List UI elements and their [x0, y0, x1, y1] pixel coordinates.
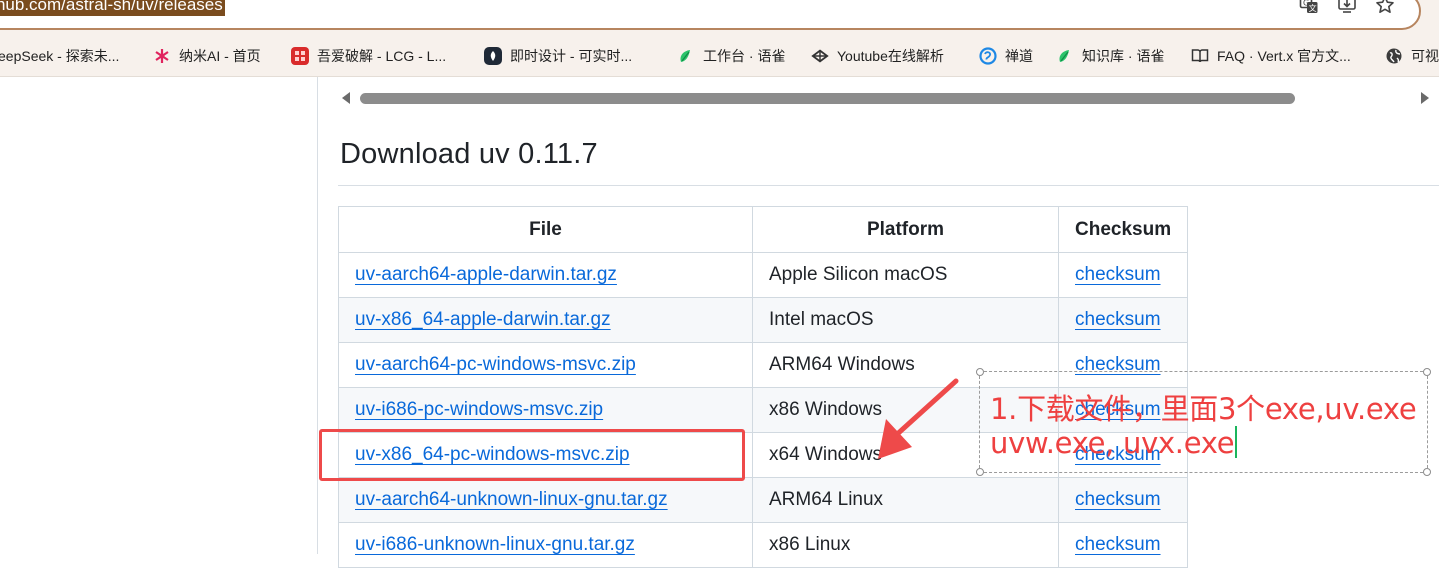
bookmarks-bar: eepSeek - 探索未... 纳米AI - 首页 吾爱破解 - LCG - … — [0, 36, 1439, 77]
text-annotation-box[interactable]: 1.下载文件，里面3个exe,uv.exe uvw.exe, uvx.exe — [976, 368, 1431, 476]
zentao-icon — [979, 47, 997, 65]
checksum-link[interactable]: checksum — [1075, 534, 1161, 555]
bookmark-label: 工作台 · 语雀 — [703, 48, 786, 64]
scrollbar-thumb[interactable] — [360, 93, 1295, 104]
browser-toolbar: github.com/astral-sh/uv/releases G文 — [0, 0, 1439, 36]
bookmark-label: 可视 — [1411, 48, 1439, 64]
file-download-link[interactable]: uv-i686-unknown-linux-gnu.tar.gz — [355, 534, 635, 555]
annotation-line-1: 1.下载文件，里面3个exe,uv.exe — [990, 392, 1417, 426]
bookmark-yuque-workbench[interactable]: 工作台 · 语雀 — [677, 36, 785, 76]
nano-ai-icon — [153, 47, 171, 65]
column-header-checksum: Checksum — [1057, 206, 1189, 253]
column-header-platform: Platform — [752, 206, 1059, 253]
bookmark-label: 知识库 · 语雀 — [1082, 48, 1165, 64]
table-row: uv-aarch64-unknown-linux-gnu.tar.gz ARM6… — [338, 477, 1189, 523]
checksum-cell: checksum — [1057, 522, 1189, 568]
bookmark-nano-ai[interactable]: 纳米AI - 首页 — [153, 36, 261, 76]
annotation-line-2: uvw.exe, uvx.exe — [990, 426, 1235, 460]
bookmark-deepseek[interactable]: eepSeek - 探索未... — [0, 36, 119, 76]
bookmark-label: eepSeek - 探索未... — [0, 48, 120, 64]
52pojie-icon — [291, 47, 309, 65]
checksum-link[interactable]: checksum — [1075, 309, 1161, 330]
bookmark-jishi-design[interactable]: 即时设计 - 可实时... — [484, 36, 632, 76]
bookmark-label: 吾爱破解 - LCG - L... — [317, 48, 447, 64]
resize-handle[interactable] — [976, 468, 984, 476]
checksum-cell: checksum — [1057, 297, 1189, 343]
file-download-link[interactable]: uv-aarch64-pc-windows-msvc.zip — [355, 354, 636, 375]
yuque-icon — [1056, 47, 1074, 65]
bookmark-visual[interactable]: 可视 — [1385, 36, 1439, 76]
bookmark-label: 纳米AI - 首页 — [179, 48, 261, 64]
sidebar-divider — [317, 77, 318, 554]
scroll-left-arrow-icon[interactable] — [342, 92, 350, 104]
resize-handle[interactable] — [1423, 468, 1431, 476]
bookmark-label: FAQ · Vert.x 官方文... — [1217, 48, 1351, 64]
checksum-link[interactable]: checksum — [1075, 489, 1161, 510]
bookmark-label: 禅道 — [1005, 48, 1033, 64]
svg-text:文: 文 — [1309, 3, 1317, 13]
checksum-cell: checksum — [1057, 252, 1189, 298]
bookmark-zentao[interactable]: 禅道 — [979, 36, 1033, 76]
table-row: uv-i686-unknown-linux-gnu.tar.gz x86 Lin… — [338, 522, 1189, 568]
url-text[interactable]: github.com/astral-sh/uv/releases — [0, 0, 225, 16]
bookmark-label: 即时设计 - 可实时... — [510, 48, 633, 64]
platform-cell: Intel macOS — [752, 297, 1059, 343]
annotation-arrow-icon — [878, 378, 959, 459]
file-cell: uv-aarch64-apple-darwin.tar.gz — [338, 252, 753, 298]
file-download-link[interactable]: uv-x86_64-apple-darwin.tar.gz — [355, 309, 611, 330]
youtube-parse-icon — [811, 47, 829, 65]
bookmark-star-icon[interactable] — [1373, 0, 1397, 16]
jishi-design-icon — [484, 47, 502, 65]
platform-cell: Apple Silicon macOS — [752, 252, 1059, 298]
checksum-link[interactable]: checksum — [1075, 264, 1161, 285]
resize-handle[interactable] — [976, 368, 984, 376]
install-app-icon[interactable] — [1335, 0, 1359, 16]
file-cell: uv-i686-unknown-linux-gnu.tar.gz — [338, 522, 753, 568]
horizontal-scrollbar[interactable] — [338, 88, 1435, 110]
globe-icon — [1385, 47, 1403, 65]
file-cell: uv-x86_64-apple-darwin.tar.gz — [338, 297, 753, 343]
file-cell: uv-i686-pc-windows-msvc.zip — [338, 387, 753, 433]
book-icon — [1191, 47, 1209, 65]
heading-divider — [338, 185, 1439, 186]
file-download-link[interactable]: uv-aarch64-unknown-linux-gnu.tar.gz — [355, 489, 668, 510]
bookmark-label: Youtube在线解析 — [837, 48, 944, 64]
download-heading: Download uv 0.11.7 — [340, 138, 598, 170]
file-cell: uv-aarch64-unknown-linux-gnu.tar.gz — [338, 477, 753, 523]
highlight-box — [319, 429, 745, 481]
bookmark-52pojie[interactable]: 吾爱破解 - LCG - L... — [291, 36, 446, 76]
checksum-cell: checksum — [1057, 477, 1189, 523]
column-header-file: File — [338, 206, 753, 253]
file-cell: uv-aarch64-pc-windows-msvc.zip — [338, 342, 753, 388]
address-bar[interactable]: github.com/astral-sh/uv/releases G文 — [0, 0, 1421, 30]
resize-handle[interactable] — [1423, 368, 1431, 376]
bookmark-vertx-faq[interactable]: FAQ · Vert.x 官方文... — [1191, 36, 1351, 76]
file-download-link[interactable]: uv-aarch64-apple-darwin.tar.gz — [355, 264, 617, 285]
yuque-icon — [677, 47, 695, 65]
platform-cell: x86 Linux — [752, 522, 1059, 568]
bookmark-yuque-kb[interactable]: 知识库 · 语雀 — [1056, 36, 1164, 76]
annotation-line-2-wrap: uvw.exe, uvx.exe — [990, 426, 1238, 460]
table-row: uv-x86_64-apple-darwin.tar.gz Intel macO… — [338, 297, 1189, 343]
bookmark-youtube-parse[interactable]: Youtube在线解析 — [811, 36, 944, 76]
file-download-link[interactable]: uv-i686-pc-windows-msvc.zip — [355, 399, 603, 420]
translate-icon[interactable]: G文 — [1297, 0, 1321, 16]
table-header-row: File Platform Checksum — [338, 206, 1189, 253]
text-caret — [1235, 426, 1238, 458]
table-row: uv-aarch64-apple-darwin.tar.gz Apple Sil… — [338, 252, 1189, 298]
scroll-right-arrow-icon[interactable] — [1421, 92, 1429, 104]
